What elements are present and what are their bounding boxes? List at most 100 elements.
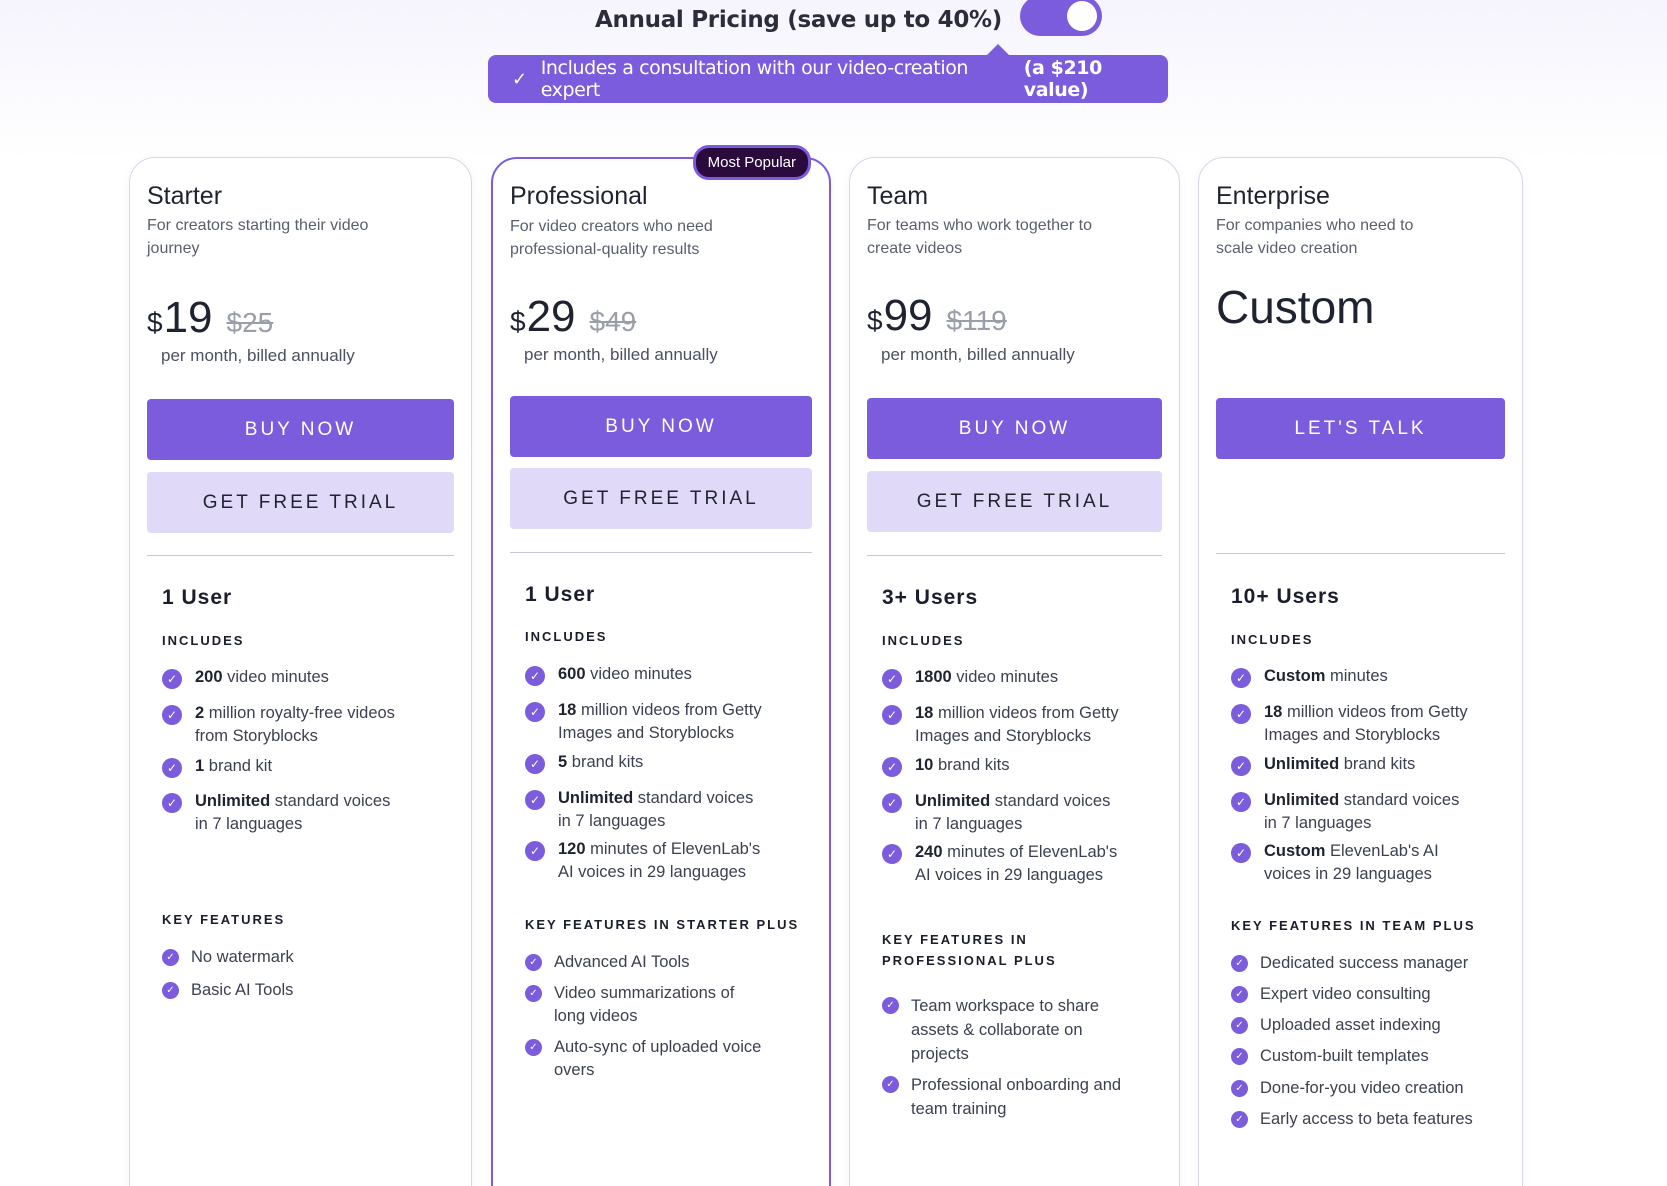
list-item: ✓ Done-for-you video creation [1231,1077,1495,1100]
annual-pricing-toggle-row: Annual Pricing (save up to 40%) [0,0,1667,40]
list-item: ✓ Dedicated success manager [1231,952,1495,975]
check-circle-icon: ✓ [162,669,182,689]
check-circle-icon: ✓ [1231,1048,1248,1065]
plan-card-starter: Starter For creators starting their vide… [129,157,472,1186]
check-circle-icon: ✓ [1231,668,1251,688]
key-features-label: KEY FEATURES [162,912,286,927]
free-trial-button[interactable]: GET FREE TRIAL [510,468,812,529]
check-circle-icon: ✓ [1231,1017,1248,1034]
list-item: ✓ 1 brand kit [162,755,444,778]
check-circle-icon: ✓ [1231,1080,1248,1097]
price-value: 99 [883,291,933,340]
plan-description: For video creators who need professional… [510,218,713,258]
check-circle-icon: ✓ [525,790,545,810]
plan-card-professional: Most Popular Professional For video crea… [491,145,831,1186]
price-currency: $ [510,306,526,337]
list-item: ✓ Professional onboarding and team traini… [882,1073,1152,1121]
includes-label: INCLUDES [882,633,965,648]
list-item: ✓ 2 million royalty-free videos from Stor… [162,702,444,748]
list-item: ✓ Team workspace to share assets & collab… [882,994,1152,1066]
divider [867,555,1162,556]
list-item: ✓ 5 brand kits [525,751,802,774]
list-item: ✓ 600 video minutes [525,663,802,686]
features-list: ✓ Dedicated success manager ✓ Expert video… [1231,952,1495,1152]
list-item: ✓ Early access to beta features [1231,1108,1495,1131]
list-item: ✓ Unlimited brand kits [1231,753,1495,776]
list-item: ✓ Custom ElevenLab's AI voices in 29 lang… [1231,840,1495,886]
buy-now-button[interactable]: BUY NOW [867,398,1162,459]
list-item: ✓ Advanced AI Tools [525,951,802,974]
check-circle-icon: ✓ [525,841,545,861]
check-circle-icon: ✓ [525,754,545,774]
list-item: ✓ 18 million videos from Getty Images and… [1231,701,1495,747]
buy-now-button[interactable]: BUY NOW [147,399,454,460]
plan-card-team: Team For teams who work together to crea… [849,157,1180,1186]
check-circle-icon: ✓ [1231,1111,1248,1128]
annual-pricing-toggle[interactable] [1020,0,1102,36]
plan-description: For teams who work together to create vi… [867,217,1092,257]
consultation-callout: ✓ Includes a consultation with our video… [488,55,1168,103]
check-circle-icon: ✓ [525,702,545,722]
list-item: ✓ Unlimited standard voices in 7 language… [525,787,802,833]
free-trial-button[interactable]: GET FREE TRIAL [147,472,454,533]
list-item: ✓ 200 video minutes [162,666,444,689]
list-item: ✓ 1800 video minutes [882,666,1152,689]
check-circle-icon: ✓ [525,1039,542,1056]
plan-description: For companies who need to scale video cr… [1216,217,1414,257]
check-circle-icon: ✓ [162,793,182,813]
includes-list: ✓ 200 video minutes ✓ 2 million royalty-fr… [162,666,444,866]
price-currency: $ [867,305,883,336]
price-original: $49 [589,306,637,337]
free-trial-button[interactable]: GET FREE TRIAL [867,471,1162,532]
check-circle-icon: ✓ [882,997,899,1014]
check-circle-icon: ✓ [525,666,545,686]
divider [1216,553,1505,554]
list-item: ✓ 240 minutes of ElevenLab's AI voices in… [882,841,1152,887]
check-icon: ✓ [512,68,527,90]
check-circle-icon: ✓ [882,1076,899,1093]
list-item: ✓ 10 brand kits [882,754,1152,777]
plan-name: Team [867,182,929,210]
lets-talk-button[interactable]: LET'S TALK [1216,398,1505,459]
check-circle-icon: ✓ [1231,986,1248,1003]
list-item: ✓ Expert video consulting [1231,983,1495,1006]
plan-name: Enterprise [1216,182,1330,210]
includes-label: INCLUDES [162,633,245,648]
list-item: ✓ Custom minutes [1231,665,1495,688]
plan-name: Professional [510,182,648,210]
check-circle-icon: ✓ [162,705,182,725]
check-circle-icon: ✓ [162,758,182,778]
most-popular-badge: Most Popular [692,145,811,180]
key-features-label: KEY FEATURES IN TEAM PLUS [1231,918,1476,933]
billing-note: per month, billed annually [161,346,355,365]
list-item: ✓ Unlimited standard voices in 7 language… [162,790,444,836]
user-count: 3+ Users [882,586,979,609]
list-item: ✓ Basic AI Tools [162,979,444,1002]
price-value: 19 [163,293,213,342]
price-row: $ 29 $49 [510,292,636,342]
list-item: ✓ No watermark [162,946,444,969]
check-circle-icon: ✓ [162,982,179,999]
check-circle-icon: ✓ [882,757,902,777]
check-circle-icon: ✓ [882,705,902,725]
features-list: ✓ No watermark ✓ Basic AI Tools [162,946,444,1026]
annual-pricing-label: Annual Pricing (save up to 40%) [594,7,1002,33]
includes-list: ✓ 1800 video minutes ✓ 18 million videos f… [882,666,1152,906]
price-original: $119 [946,305,1007,336]
plan-description: For creators starting their video journe… [147,217,369,257]
user-count: 10+ Users [1231,585,1340,608]
buy-now-button[interactable]: BUY NOW [510,396,812,457]
plan-name: Starter [147,182,223,210]
callout-arrow [987,44,1009,55]
price-currency: $ [147,307,163,338]
list-item: ✓ Unlimited standard voices in 7 language… [1231,789,1495,835]
list-item: ✓ Uploaded asset indexing [1231,1014,1495,1037]
price-row: $ 19 $25 [147,293,273,343]
list-item: ✓ 18 million videos from Getty Images and… [882,702,1152,748]
list-item: ✓ Auto-sync of uploaded voice overs [525,1036,802,1082]
divider [147,555,454,556]
check-circle-icon: ✓ [162,949,179,966]
divider [510,552,812,553]
callout-text: Includes a consultation with our video-c… [540,57,969,101]
callout-value: (a $210 value) [1023,57,1103,101]
